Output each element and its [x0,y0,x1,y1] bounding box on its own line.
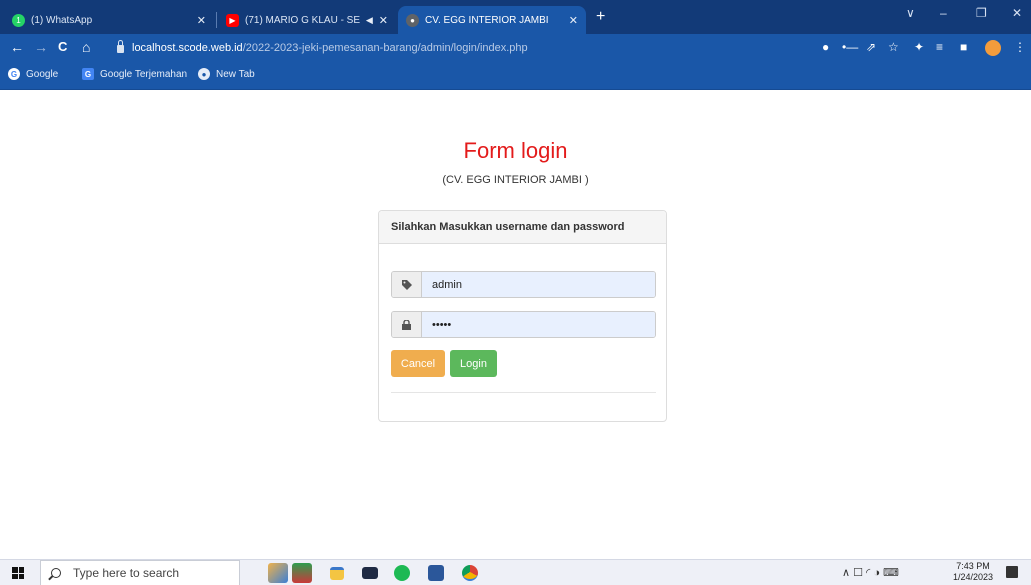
menu-icon[interactable]: ⋮ [1014,40,1026,54]
reload-icon[interactable]: C [58,39,67,54]
home-icon[interactable]: ⌂ [82,39,90,55]
tab-youtube[interactable]: ▶ (71) MARIO G KLAU - SEMAT ◀ ✕ [218,6,396,34]
bookmarks-bar: G Google G Google Terjemahan ● New Tab [0,62,1031,90]
browser-tab-strip: 1 (1) WhatsApp ✕ ▶ (71) MARIO G KLAU - S… [0,0,1031,34]
window-close-icon[interactable]: ✕ [1012,6,1022,20]
cancel-button[interactable]: Cancel [391,350,445,377]
clock-time: 7:43 PM [956,561,990,571]
tag-icon [392,272,422,297]
google-icon: G [8,68,20,80]
new-tab-button[interactable]: + [596,8,605,26]
panel-heading: Silahkan Masukkan username dan password [379,211,666,244]
share-icon[interactable]: ⇗ [866,40,876,54]
file-explorer-icon[interactable] [330,567,344,580]
notification-icon[interactable] [1006,566,1018,578]
spotify-icon[interactable] [394,565,410,581]
chrome-icon[interactable] [462,565,478,581]
lock-icon [392,312,422,337]
login-button[interactable]: Login [450,350,497,377]
tab-title: (71) MARIO G KLAU - SEMAT [245,14,360,26]
forward-icon[interactable]: → [34,39,48,55]
clock-date: 1/24/2023 [952,572,994,582]
profile-avatar[interactable] [985,40,1001,56]
page-subtitle: (CV. EGG INTERIOR JAMBI ) [442,174,589,186]
tab-search-icon[interactable]: ∨ [906,6,915,20]
lock-icon [117,40,124,53]
url-path: /2022-2023-jeki-pemesanan-barang/admin/l… [242,42,528,54]
tab-whatsapp[interactable]: 1 (1) WhatsApp ✕ [4,6,214,34]
restore-icon[interactable]: ❐ [976,6,987,20]
tab-separator [216,12,217,28]
close-icon[interactable]: ✕ [379,14,388,27]
browser-toolbar: ← → C ⌂ localhost.scode.web.id/2022-2023… [0,34,1031,62]
system-tray[interactable]: ∧ ☐ ◜ ◑ ⌨ [842,566,899,579]
tab-egg-interior[interactable]: ● CV. EGG INTERIOR JAMBI ✕ [398,6,586,34]
panel-divider [391,392,656,393]
search-icon [51,568,61,578]
bookmark-google[interactable]: G Google [8,68,58,80]
word-icon[interactable] [428,565,444,581]
bookmark-label: Google [26,68,59,80]
clock[interactable]: 7:43 PM 1/24/2023 [948,561,998,583]
taskbar-search[interactable]: Type here to search [40,560,240,585]
tab-title: CV. EGG INTERIOR JAMBI [425,14,549,26]
whatsapp-icon: 1 [12,13,25,27]
bookmark-google-translate[interactable]: G Google Terjemahan [82,68,187,80]
bookmark-label: Google Terjemahan [100,68,188,80]
paint-icon[interactable] [268,563,288,583]
username-field [391,271,656,298]
extensions-icon[interactable]: ✦ [914,40,924,54]
login-panel: Silahkan Masukkan username dan password … [378,210,667,422]
address-bar[interactable]: localhost.scode.web.id/2022-2023-jeki-pe… [117,38,887,58]
youtube-icon: ▶ [226,13,239,27]
books-icon[interactable] [292,563,312,583]
bookmark-new-tab[interactable]: ● New Tab [198,68,255,80]
mail-icon[interactable] [362,567,378,579]
url-host: localhost.scode.web.id [132,42,243,54]
close-icon[interactable]: ✕ [569,14,578,27]
username-input[interactable] [422,272,655,297]
location-icon[interactable]: ● [822,40,829,54]
close-icon[interactable]: ✕ [197,14,206,27]
page-title: Form login [463,138,568,163]
windows-taskbar: Type here to search ∧ ☐ ◜ ◑ ⌨ 7:43 PM 1/… [0,559,1031,585]
star-icon[interactable]: ☆ [888,40,899,54]
translate-icon: G [82,68,94,80]
side-panel-icon[interactable]: ■ [960,40,967,54]
windows-start-icon[interactable] [12,567,24,579]
reading-list-icon[interactable]: ≡ [936,40,943,54]
back-icon[interactable]: ← [10,39,24,55]
key-icon[interactable]: •— [842,40,858,54]
password-field [391,311,656,338]
globe-icon: ● [406,13,419,27]
speaker-icon[interactable]: ◀ [366,15,373,26]
password-input[interactable] [422,312,655,337]
search-placeholder: Type here to search [73,566,180,580]
minimize-icon[interactable]: – [940,6,947,20]
globe-icon: ● [198,68,210,80]
bookmark-label: New Tab [216,68,255,80]
tab-title: (1) WhatsApp [31,14,93,26]
